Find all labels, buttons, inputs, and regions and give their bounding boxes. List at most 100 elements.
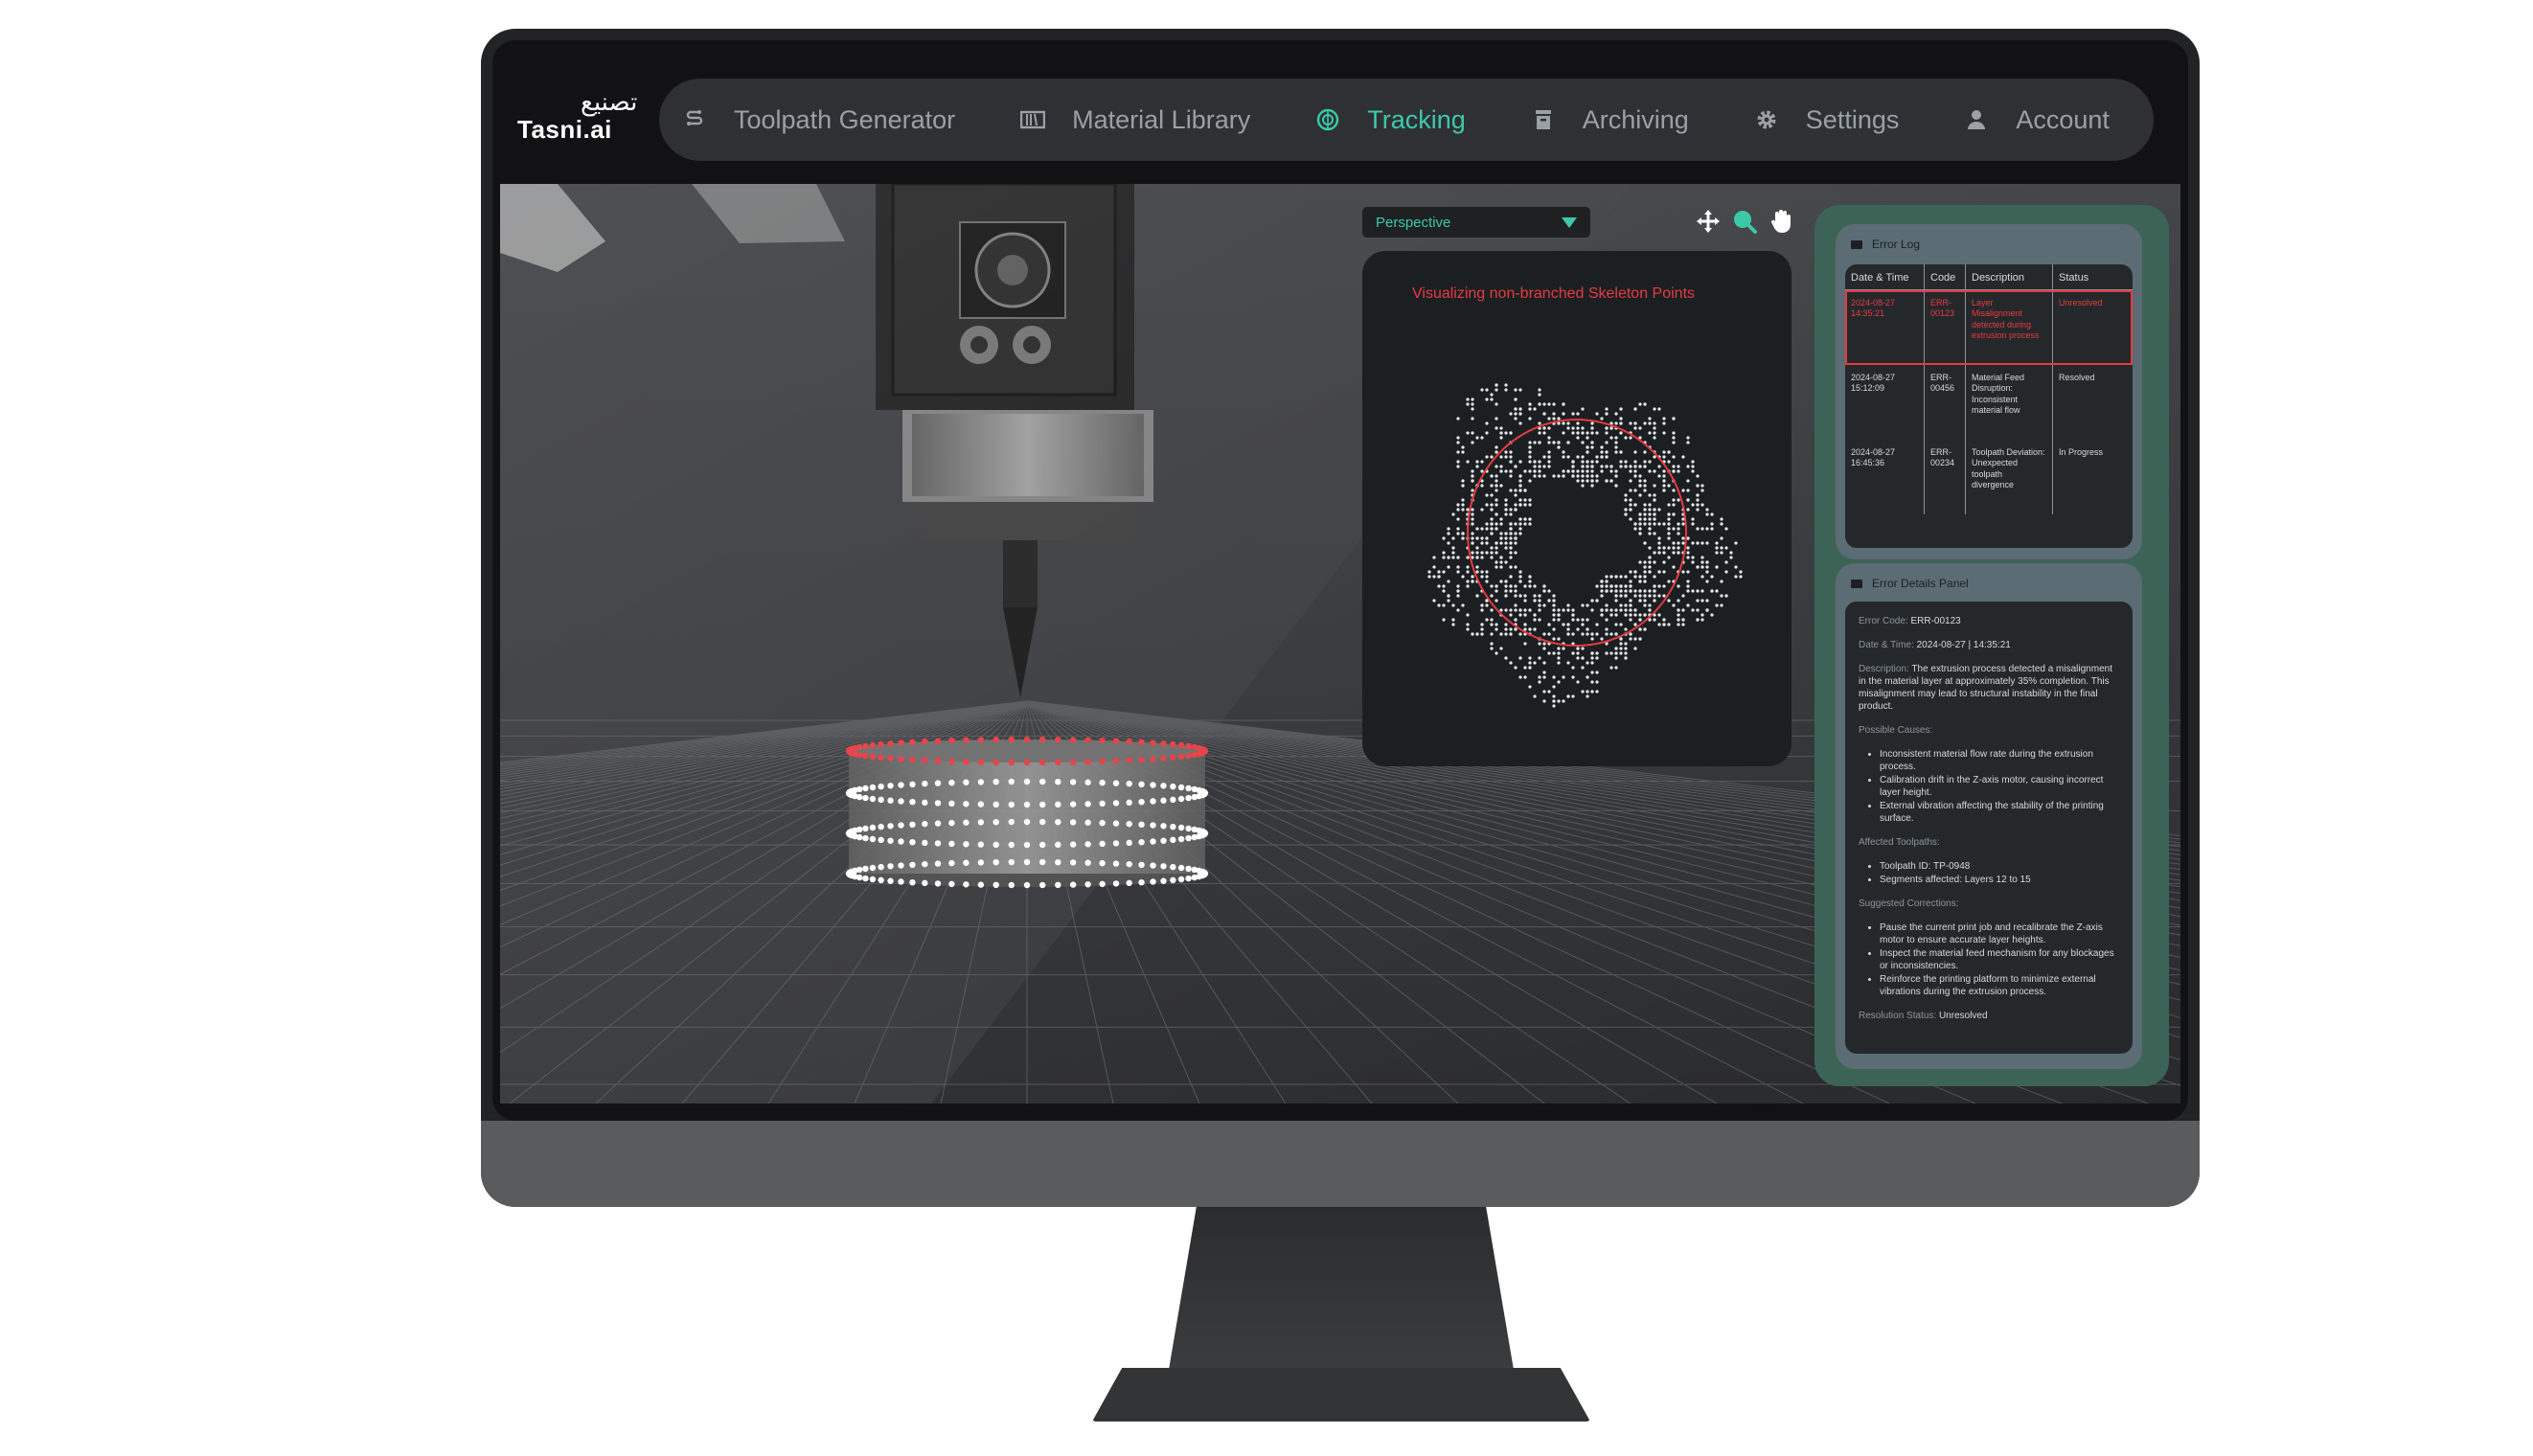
cloud-point (1686, 603, 1690, 607)
skeleton-point (1160, 740, 1167, 747)
cloud-point (1538, 608, 1541, 612)
description-label: Description: (1859, 664, 1909, 674)
skeleton-point (948, 737, 955, 744)
top-navbar: Toolpath Generator Material Library Trac… (659, 79, 2154, 161)
zoom-icon[interactable] (1730, 207, 1759, 236)
cloud-point (1724, 560, 1728, 564)
cloud-point (1648, 608, 1652, 612)
cloud-point (1677, 527, 1680, 531)
cloud-point (1629, 469, 1632, 473)
cloud-point (1523, 594, 1527, 598)
skeleton-point (898, 798, 904, 805)
cloud-point (1609, 469, 1613, 473)
cloud-point (1696, 618, 1700, 622)
cloud-point (1614, 575, 1618, 579)
cloud-point (1633, 426, 1637, 430)
column-header[interactable]: Code (1924, 264, 1966, 290)
cloud-point (1633, 503, 1637, 507)
cloud-point (1528, 479, 1532, 483)
cloud-point (1653, 426, 1656, 430)
cloud-point (1605, 455, 1609, 459)
skeleton-point (862, 865, 869, 873)
cloud-point (1475, 594, 1479, 598)
cloud-point (1614, 441, 1618, 444)
cloud-point (1504, 455, 1508, 459)
cloud-point (1566, 608, 1570, 612)
skeleton-point (963, 737, 970, 743)
cloud-point (1677, 584, 1680, 588)
skeleton-point (1112, 738, 1120, 744)
cloud-point (1657, 465, 1661, 468)
cloud-point (1552, 699, 1556, 703)
cloud-point (1600, 637, 1604, 641)
table-row[interactable]: 2024-08-27 15:12:09 ERR-00456 Material F… (1845, 365, 2133, 440)
cloud-point (1509, 460, 1513, 464)
cloud-point (1595, 474, 1599, 478)
cloud-point (1475, 570, 1479, 574)
cloud-point (1451, 623, 1455, 626)
skeleton-point (1099, 800, 1106, 808)
cloud-point (1581, 623, 1585, 626)
table-row[interactable]: 2024-08-27 16:45:36 ERR-00234 Toolpath D… (1845, 440, 2133, 514)
library-icon (1018, 105, 1047, 134)
cloud-point (1504, 608, 1508, 612)
cloud-point (1710, 512, 1714, 516)
cloud-point (1605, 618, 1609, 622)
nav-account[interactable]: Account (1962, 105, 2110, 135)
view-mode-dropdown[interactable]: Perspective (1362, 207, 1590, 238)
nav-material-library[interactable]: Material Library (1018, 105, 1250, 135)
column-header[interactable]: Date & Time (1845, 264, 1925, 290)
column-header[interactable]: Status (2052, 264, 2133, 290)
cloud-point (1557, 417, 1561, 421)
cloud-point (1696, 508, 1700, 512)
nav-archiving[interactable]: Archiving (1529, 105, 1689, 135)
skeleton-point (1150, 739, 1156, 746)
cloud-point (1499, 484, 1503, 488)
cloud-point (1672, 469, 1676, 473)
column-header[interactable]: Description (1965, 264, 2053, 290)
skeleton-point (963, 881, 970, 888)
cloud-point (1528, 627, 1532, 631)
cloud-point (1590, 656, 1594, 660)
cloud-point (1633, 469, 1637, 473)
cloud-point (1542, 474, 1546, 478)
cloud-point (1504, 469, 1508, 473)
cloud-point (1586, 694, 1589, 698)
cell-status: Resolved (2059, 373, 2095, 382)
cloud-point (1557, 618, 1561, 622)
cloud-point (1686, 584, 1690, 588)
cloud-point (1624, 603, 1628, 607)
pan-hand-icon[interactable] (1767, 207, 1795, 236)
cloud-point (1581, 455, 1585, 459)
cloud-point (1696, 541, 1700, 545)
cloud-point (1490, 642, 1494, 646)
table-row[interactable]: 2024-08-27 14:35:21 ERR-00123 Layer Misa… (1845, 289, 2133, 365)
cloud-point (1605, 608, 1609, 612)
cloud-point (1648, 460, 1652, 464)
cloud-point (1619, 623, 1623, 626)
cloud-point (1456, 594, 1460, 598)
skeleton-point-cloud[interactable] (1362, 251, 1791, 766)
cloud-point (1700, 489, 1704, 492)
cloud-point (1576, 627, 1580, 631)
move-icon[interactable] (1694, 207, 1723, 236)
cloud-point (1705, 512, 1709, 516)
skeleton-point (887, 823, 894, 830)
cloud-point (1523, 666, 1527, 670)
cloud-point (1648, 603, 1652, 607)
nav-tracking[interactable]: Tracking (1313, 105, 1466, 135)
cloud-point (1571, 469, 1575, 473)
skeleton-point (948, 859, 955, 867)
nav-toolpath-generator[interactable]: Toolpath Generator (680, 105, 955, 135)
cloud-point (1605, 479, 1609, 483)
cell-datetime: 2024-08-27 15:12:09 (1845, 365, 1925, 440)
nav-settings[interactable]: Settings (1752, 105, 1899, 135)
cloud-point (1480, 575, 1484, 579)
archive-icon (1529, 105, 1558, 134)
cloud-point (1456, 503, 1460, 507)
skeleton-point (993, 818, 999, 826)
cloud-point (1456, 589, 1460, 593)
cloud-point (1547, 690, 1551, 694)
cloud-point (1643, 465, 1647, 468)
cloud-point (1495, 484, 1498, 488)
